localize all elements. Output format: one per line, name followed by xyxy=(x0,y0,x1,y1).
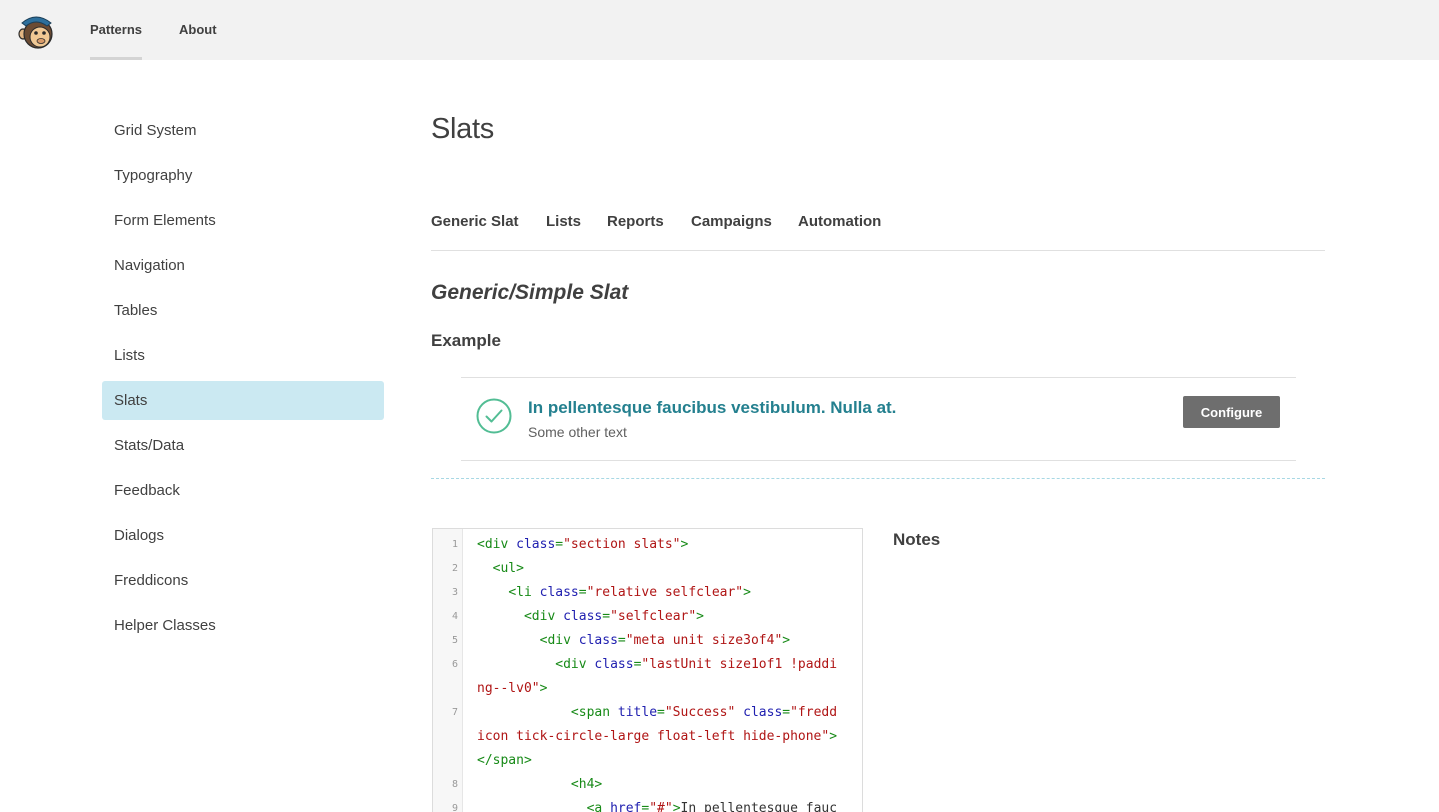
line-number: 9 xyxy=(451,803,458,812)
sidebar-item-dialogs[interactable]: Dialogs xyxy=(102,516,384,555)
code-token: <h4> xyxy=(477,777,603,792)
code-token: class xyxy=(563,609,603,624)
code-token: = xyxy=(657,705,665,720)
configure-button[interactable]: Configure xyxy=(1183,396,1280,428)
sidebar: Grid System Typography Form Elements Nav… xyxy=(102,111,384,651)
code-text: <ul> xyxy=(463,557,862,581)
code-token: class xyxy=(578,633,618,648)
line-number: 2 xyxy=(451,563,458,574)
sidebar-item-navigation[interactable]: Navigation xyxy=(102,246,384,285)
slat-title-link[interactable]: In pellentesque faucibus vestibulum. Nul… xyxy=(528,398,896,418)
sidebar-item-form-elements[interactable]: Form Elements xyxy=(102,201,384,240)
page-title: Slats xyxy=(431,113,494,145)
line-number: 8 xyxy=(451,779,458,790)
slat-example: In pellentesque faucibus vestibulum. Nul… xyxy=(461,377,1296,461)
code-token: <div xyxy=(477,609,564,624)
sidebar-item-feedback[interactable]: Feedback xyxy=(102,471,384,510)
code-token: "relative selfclear" xyxy=(586,585,744,600)
code-token: > xyxy=(672,801,681,812)
code-token: "section slats" xyxy=(563,537,681,552)
code-line: 8 <h4> xyxy=(433,773,862,797)
code-token: class xyxy=(516,537,556,552)
sidebar-item-lists[interactable]: Lists xyxy=(102,336,384,375)
line-number: 5 xyxy=(451,635,458,646)
code-line: 5 <div class="meta unit size3of4"> xyxy=(433,629,862,653)
code-text: <h4> xyxy=(463,773,862,797)
sidebar-item-slats[interactable]: Slats xyxy=(102,381,384,420)
code-text: <div class="lastUnit size1of1 !padding--… xyxy=(463,653,862,701)
code-token: "Success" xyxy=(664,705,744,720)
top-bar: Patterns About xyxy=(0,0,1439,60)
code-text: <div class="selfclear"> xyxy=(463,605,862,629)
sidebar-item-stats-data[interactable]: Stats/Data xyxy=(102,426,384,465)
code-token: <ul> xyxy=(477,561,524,576)
line-number: 7 xyxy=(451,707,458,718)
sidebar-item-grid-system[interactable]: Grid System xyxy=(102,111,384,150)
code-token: class xyxy=(743,705,783,720)
monkey-logo-icon[interactable] xyxy=(17,12,55,50)
line-number: 3 xyxy=(451,587,458,598)
code-line: 3 <li class="relative selfclear"> xyxy=(433,581,862,605)
code-token: href xyxy=(610,801,642,812)
code-token: class xyxy=(539,585,579,600)
code-token: = xyxy=(555,537,564,552)
code-token: <a xyxy=(477,801,611,812)
section-title: Generic/Simple Slat xyxy=(431,281,629,304)
code-block[interactable]: 1 <div class="section slats"> 2 <ul> 3 <li … xyxy=(432,528,863,812)
code-text: <a href="#">In pellentesque fauci xyxy=(463,797,862,812)
code-text: <div class="meta unit size3of4"> xyxy=(463,629,862,653)
line-number: 1 xyxy=(451,539,458,550)
code-token: <div xyxy=(477,537,517,552)
sidebar-item-freddicons[interactable]: Freddicons xyxy=(102,561,384,600)
code-token: "selfclear" xyxy=(610,609,697,624)
code-token: = xyxy=(602,609,611,624)
sidebar-item-tables[interactable]: Tables xyxy=(102,291,384,330)
code-token: class xyxy=(594,657,634,672)
code-token: <div xyxy=(477,633,579,648)
tab-reports[interactable]: Reports xyxy=(607,213,664,230)
tab-bar: Generic Slat Lists Reports Campaigns Aut… xyxy=(431,203,1325,251)
sidebar-item-typography[interactable]: Typography xyxy=(102,156,384,195)
code-token: > xyxy=(680,537,689,552)
code-token: "#" xyxy=(649,801,673,812)
code-line: 9 <a href="#">In pellentesque fauci xyxy=(433,797,862,812)
code-text: <li class="relative selfclear"> xyxy=(463,581,862,605)
code-lines: 1 <div class="section slats"> 2 <ul> 3 <li … xyxy=(433,533,862,812)
nav-patterns[interactable]: Patterns xyxy=(90,0,143,60)
tab-lists[interactable]: Lists xyxy=(546,213,581,230)
code-token: <div xyxy=(477,657,595,672)
code-token: > xyxy=(743,585,751,600)
tab-automation[interactable]: Automation xyxy=(798,213,881,230)
code-token: "meta unit size3of4" xyxy=(625,633,783,648)
code-token: = xyxy=(782,705,791,720)
code-text: <div class="section slats"> xyxy=(463,533,862,557)
code-token: = xyxy=(578,585,587,600)
code-token: > xyxy=(782,633,791,648)
code-token: = xyxy=(617,633,626,648)
code-token: <span xyxy=(477,705,618,720)
code-line: 4 <div class="selfclear"> xyxy=(433,605,862,629)
code-line: 6 <div class="lastUnit size1of1 !padding… xyxy=(433,653,862,701)
code-token: > xyxy=(696,609,704,624)
divider xyxy=(431,478,1325,479)
code-line: 2 <ul> xyxy=(433,557,862,581)
nav-about[interactable]: About xyxy=(179,0,217,60)
line-number: 4 xyxy=(451,611,458,622)
sidebar-item-helper-classes[interactable]: Helper Classes xyxy=(102,606,384,645)
tick-circle-icon xyxy=(476,398,512,434)
code-token: > xyxy=(539,681,548,696)
code-line: 7 <span title="Success" class="freddicon… xyxy=(433,701,862,773)
code-token: <li xyxy=(477,585,540,600)
code-token: title xyxy=(617,705,658,720)
code-line: 1 <div class="section slats"> xyxy=(433,533,862,557)
line-number: 6 xyxy=(451,659,458,670)
example-label: Example xyxy=(431,331,501,350)
notes-title: Notes xyxy=(893,530,941,549)
code-text: <span title="Success" class="freddicon t… xyxy=(463,701,862,773)
tab-generic-slat[interactable]: Generic Slat xyxy=(431,213,519,230)
slat-subtitle: Some other text xyxy=(528,424,627,440)
tab-campaigns[interactable]: Campaigns xyxy=(691,213,772,230)
